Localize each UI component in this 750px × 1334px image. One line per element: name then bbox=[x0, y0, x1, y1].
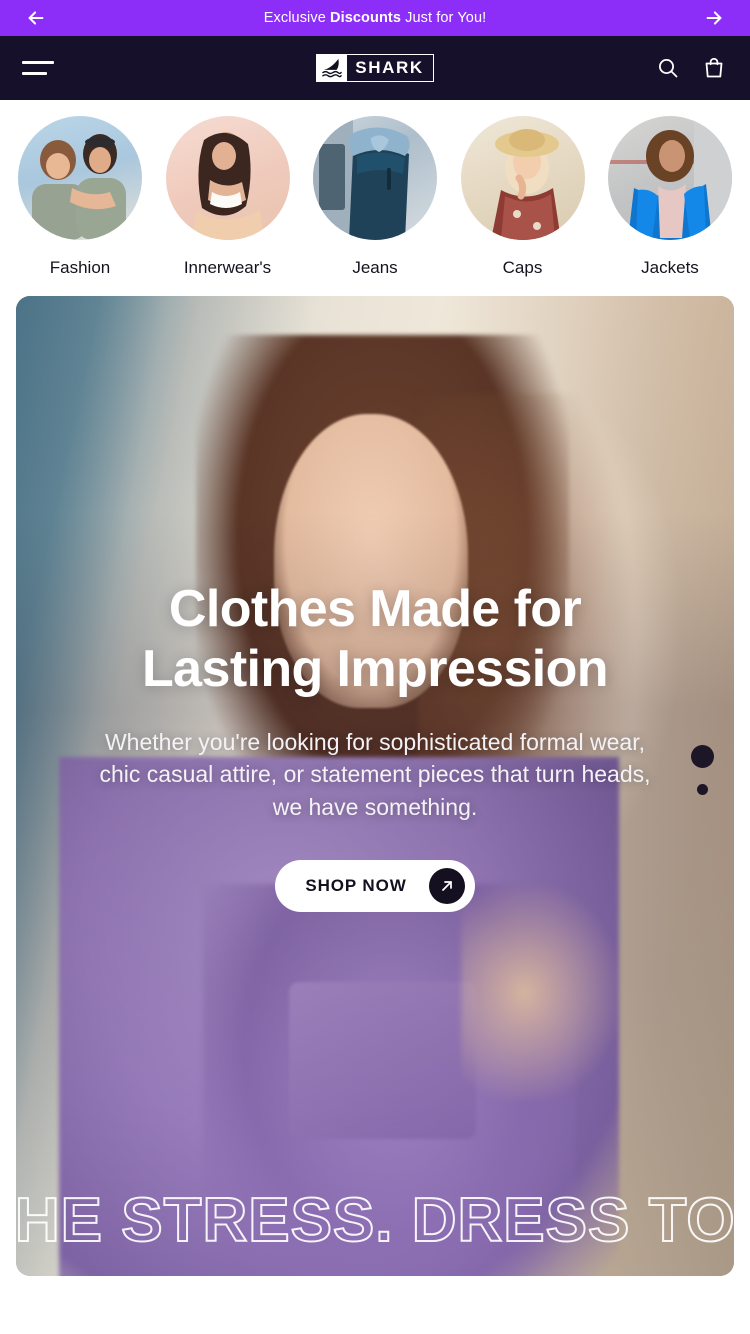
carousel-dot-2[interactable] bbox=[697, 784, 708, 795]
shopping-bag-icon bbox=[705, 57, 723, 78]
navbar-actions bbox=[654, 54, 728, 82]
hero-content: Clothes Made for Lasting Impression Whet… bbox=[16, 579, 734, 912]
category-thumbnail bbox=[313, 116, 437, 240]
hero-section: Clothes Made for Lasting Impression Whet… bbox=[0, 284, 750, 1276]
menu-button[interactable] bbox=[20, 53, 64, 83]
category-label: Jeans bbox=[352, 258, 398, 277]
promo-text-after: Just for You! bbox=[401, 10, 487, 26]
caps-photo-illustration bbox=[490, 129, 561, 240]
promo-next-button[interactable] bbox=[686, 0, 742, 36]
category-thumbnail bbox=[460, 116, 585, 240]
category-item-innerwears[interactable]: Innerwear's bbox=[158, 116, 298, 278]
brand-logo[interactable]: SHARK bbox=[316, 54, 434, 82]
category-thumbnail bbox=[608, 116, 732, 240]
promo-prev-button[interactable] bbox=[8, 0, 64, 36]
category-thumbnail bbox=[18, 116, 142, 240]
category-item-caps[interactable]: Caps bbox=[453, 116, 593, 278]
jeans-photo-illustration bbox=[313, 116, 410, 240]
cart-button[interactable] bbox=[700, 54, 728, 82]
category-thumbnail bbox=[165, 116, 290, 240]
hero-title-line-1: Clothes Made for bbox=[168, 580, 582, 638]
category-image-caps bbox=[460, 116, 585, 240]
navbar: SHARK bbox=[0, 36, 750, 100]
category-item-fashion[interactable]: Fashion bbox=[10, 116, 150, 278]
arrow-left-icon bbox=[28, 11, 44, 25]
category-image-jeans bbox=[313, 116, 437, 240]
hamburger-icon-line-top bbox=[22, 61, 54, 64]
promo-banner: Exclusive Discounts Just for You! bbox=[0, 0, 750, 36]
hamburger-icon-line-bottom bbox=[22, 72, 47, 75]
arrow-up-right-icon bbox=[428, 867, 465, 904]
innerwear-photo-illustration bbox=[191, 132, 264, 240]
hero-marquee: THE STRESS. DRESS TO bbox=[16, 1182, 734, 1258]
hero-banner: Clothes Made for Lasting Impression Whet… bbox=[16, 296, 734, 1276]
carousel-indicators bbox=[697, 751, 708, 795]
category-item-jeans[interactable]: Jeans bbox=[305, 116, 445, 278]
category-label: Innerwear's bbox=[183, 258, 272, 277]
jackets-photo-illustration bbox=[608, 116, 732, 240]
search-button[interactable] bbox=[654, 54, 682, 82]
category-image-fashion bbox=[18, 116, 142, 240]
promo-text-before: Exclusive bbox=[263, 10, 331, 26]
shop-now-label: SHOP NOW bbox=[305, 875, 407, 895]
shop-now-button[interactable]: SHOP NOW bbox=[275, 859, 475, 912]
promo-text: Exclusive Discounts Just for You! bbox=[264, 10, 487, 26]
brand-name: SHARK bbox=[355, 58, 424, 77]
promo-text-bold: Discounts bbox=[330, 10, 402, 26]
hero-subtitle: Whether you're looking for sophisticated… bbox=[99, 728, 651, 820]
hero-marquee-text: THE STRESS. DRESS TO bbox=[16, 1185, 734, 1256]
category-item-jackets[interactable]: Jackets bbox=[600, 116, 740, 278]
shark-fin-icon bbox=[317, 55, 348, 81]
hero-title-line-2: Lasting Impression bbox=[142, 640, 609, 699]
fashion-photo-illustration bbox=[32, 134, 126, 240]
arrow-right-icon bbox=[706, 11, 722, 25]
carousel-dot-1-active[interactable] bbox=[697, 751, 708, 762]
search-icon bbox=[659, 59, 678, 78]
category-label: Jackets bbox=[641, 258, 699, 277]
category-image-jackets bbox=[608, 116, 732, 240]
hero-title: Clothes Made for Lasting Impression bbox=[142, 579, 609, 700]
arrow-up-right-glyph bbox=[441, 880, 452, 891]
category-label: Fashion bbox=[49, 258, 111, 277]
category-list: Fashion Innerwear's Jeans Caps Jackets bbox=[0, 100, 750, 284]
shark-fin-glyph bbox=[322, 58, 343, 78]
category-image-innerwears bbox=[165, 116, 290, 240]
category-label: Caps bbox=[502, 258, 543, 277]
